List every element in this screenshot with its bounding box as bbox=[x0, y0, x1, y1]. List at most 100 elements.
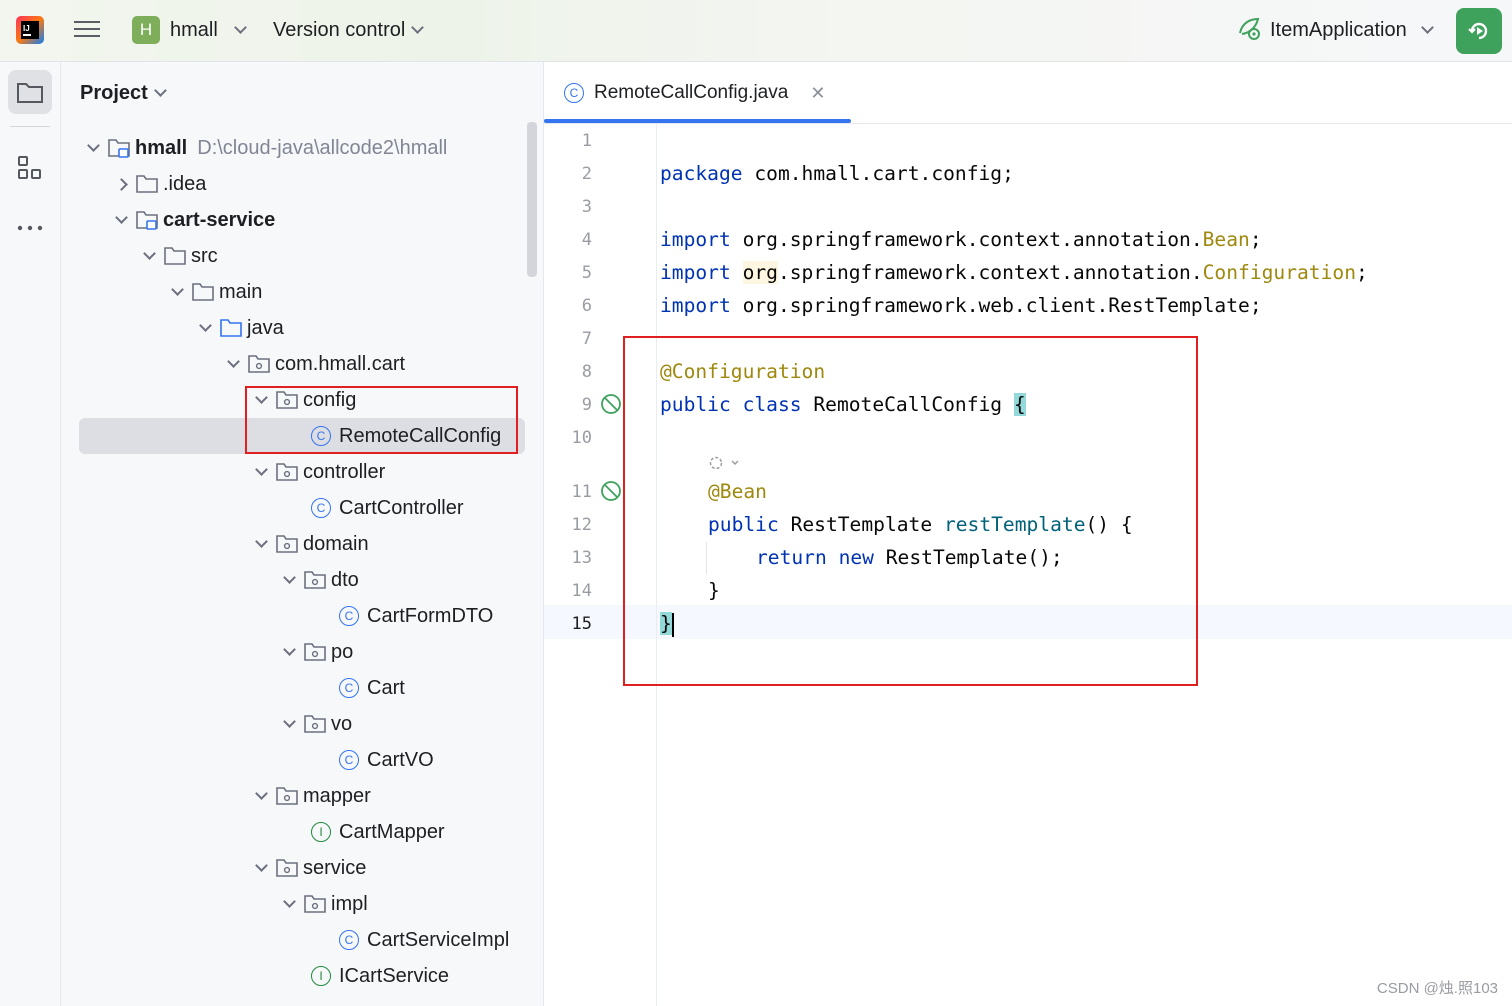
tree-item-vo[interactable]: vo bbox=[275, 706, 352, 742]
tree-item-service[interactable]: service bbox=[247, 850, 366, 886]
package-icon bbox=[275, 778, 303, 814]
expand-arrow-icon[interactable] bbox=[79, 130, 107, 166]
more-tools-button[interactable] bbox=[8, 206, 52, 250]
tab-remotecallconfig[interactable]: C RemoteCallConfig.java ✕ bbox=[544, 62, 851, 124]
highlight-box-tree bbox=[245, 386, 518, 454]
expand-arrow-icon[interactable] bbox=[247, 778, 275, 814]
tree-item-controller[interactable]: controller bbox=[247, 454, 385, 490]
intellij-logo-icon[interactable]: IJ bbox=[14, 14, 46, 46]
code-line-4[interactable]: import org.springframework.context.annot… bbox=[660, 228, 1262, 251]
title-bar: IJ H hmall Version control ItemApplicati… bbox=[0, 0, 1512, 62]
package-icon bbox=[275, 526, 303, 562]
line-number: 6 bbox=[581, 296, 592, 316]
version-control-label: Version control bbox=[273, 18, 406, 41]
tool-window-strip bbox=[0, 62, 61, 1006]
tree-item-src[interactable]: src bbox=[135, 238, 218, 274]
project-view-selector[interactable]: Project bbox=[80, 78, 167, 108]
package-icon bbox=[303, 706, 331, 742]
run-configuration-selector[interactable]: ItemApplication bbox=[1236, 14, 1434, 46]
tree-item-main[interactable]: main bbox=[163, 274, 262, 310]
divider bbox=[10, 126, 50, 127]
code-line-5[interactable]: import org.springframework.context.annot… bbox=[660, 261, 1368, 284]
expand-arrow-icon[interactable] bbox=[107, 202, 135, 238]
tree-item-icartservice[interactable]: I ICartService bbox=[311, 958, 449, 994]
panel-title: Project bbox=[80, 81, 148, 104]
line-number: 14 bbox=[571, 581, 592, 601]
tree-item-cart[interactable]: C Cart bbox=[339, 670, 405, 706]
expand-arrow-icon[interactable] bbox=[247, 454, 275, 490]
more-icon bbox=[17, 225, 43, 231]
project-tool-button[interactable] bbox=[8, 70, 52, 114]
project-name: hmall bbox=[170, 18, 218, 41]
package-icon bbox=[275, 850, 303, 886]
chevron-down-icon bbox=[153, 83, 167, 97]
collapse-arrow-icon[interactable] bbox=[107, 166, 135, 202]
tree-item-java[interactable]: java bbox=[191, 310, 284, 346]
project-panel: Project hmall D:\cloud-java\allcode2\hma… bbox=[61, 62, 544, 1006]
tree-item-cartserviceimpl[interactable]: C CartServiceImpl bbox=[339, 922, 509, 958]
watermark: CSDN @烛.照103 bbox=[1376, 980, 1498, 997]
chevron-down-icon bbox=[233, 20, 247, 34]
line-number: 11 bbox=[571, 482, 592, 502]
folder-icon bbox=[135, 166, 163, 202]
line-number: 1 bbox=[581, 131, 592, 151]
line-number: 7 bbox=[581, 329, 592, 349]
line-number: 10 bbox=[571, 428, 592, 448]
tree-item-cartmapper[interactable]: I CartMapper bbox=[311, 814, 445, 850]
line-number: 3 bbox=[581, 197, 592, 217]
expand-arrow-icon[interactable] bbox=[275, 634, 303, 670]
expand-arrow-icon[interactable] bbox=[163, 274, 191, 310]
module-folder-icon bbox=[135, 202, 163, 238]
class-icon: C bbox=[339, 598, 367, 634]
expand-arrow-icon[interactable] bbox=[247, 526, 275, 562]
code-line-6[interactable]: import org.springframework.web.client.Re… bbox=[660, 294, 1262, 317]
tree-item-idea[interactable]: .idea bbox=[107, 166, 206, 202]
tree-item-impl[interactable]: impl bbox=[275, 886, 368, 922]
package-icon bbox=[303, 562, 331, 598]
line-number-current: 15 bbox=[571, 614, 592, 634]
tree-item-cartvo[interactable]: C CartVO bbox=[339, 742, 434, 778]
tree-item-hmall[interactable]: hmall D:\cloud-java\allcode2\hmall bbox=[79, 130, 447, 166]
tab-label: RemoteCallConfig.java bbox=[594, 82, 789, 103]
expand-arrow-icon[interactable] bbox=[247, 850, 275, 886]
close-icon[interactable]: ✕ bbox=[810, 83, 825, 104]
code-line-2[interactable]: package com.hmall.cart.config; bbox=[660, 162, 1014, 185]
tree-scrollbar[interactable] bbox=[527, 122, 537, 277]
class-icon: C bbox=[339, 742, 367, 778]
expand-arrow-icon[interactable] bbox=[275, 886, 303, 922]
expand-arrow-icon[interactable] bbox=[191, 310, 219, 346]
expand-arrow-icon[interactable] bbox=[275, 562, 303, 598]
tree-item-cart-service[interactable]: cart-service bbox=[107, 202, 275, 238]
class-icon: C bbox=[311, 490, 339, 526]
expand-arrow-icon[interactable] bbox=[275, 706, 303, 742]
expand-arrow-icon[interactable] bbox=[135, 238, 163, 274]
version-control-menu[interactable]: Version control bbox=[273, 14, 425, 46]
rerun-button[interactable] bbox=[1456, 8, 1502, 54]
expand-arrow-icon[interactable] bbox=[219, 346, 247, 382]
tree-item-package[interactable]: com.hmall.cart bbox=[219, 346, 405, 382]
package-icon bbox=[275, 454, 303, 490]
tree-item-cartcontroller[interactable]: C CartController bbox=[311, 490, 463, 526]
svg-text:IJ: IJ bbox=[23, 24, 30, 33]
tree-item-cartformdto[interactable]: C CartFormDTO bbox=[339, 598, 493, 634]
project-switcher[interactable]: H hmall bbox=[132, 14, 247, 46]
structure-tool-button[interactable] bbox=[8, 146, 52, 190]
class-icon: C bbox=[339, 670, 367, 706]
bean-no-usages-icon[interactable] bbox=[600, 480, 622, 502]
folder-icon bbox=[163, 238, 191, 274]
tree-item-mapper[interactable]: mapper bbox=[247, 778, 371, 814]
main-menu-button[interactable] bbox=[74, 16, 104, 46]
line-number: 5 bbox=[581, 263, 592, 283]
tree-item-domain[interactable]: domain bbox=[247, 526, 369, 562]
bean-no-usages-icon[interactable] bbox=[600, 393, 622, 415]
editor-tab-bar: C RemoteCallConfig.java ✕ bbox=[544, 62, 1512, 124]
folder-icon bbox=[191, 274, 219, 310]
line-number: 8 bbox=[581, 362, 592, 382]
package-icon bbox=[303, 886, 331, 922]
structure-icon bbox=[18, 156, 41, 179]
chevron-down-icon bbox=[411, 20, 425, 34]
tree-item-po[interactable]: po bbox=[275, 634, 353, 670]
interface-icon: I bbox=[311, 814, 339, 850]
tree-item-dto[interactable]: dto bbox=[275, 562, 359, 598]
folder-icon bbox=[17, 83, 43, 103]
